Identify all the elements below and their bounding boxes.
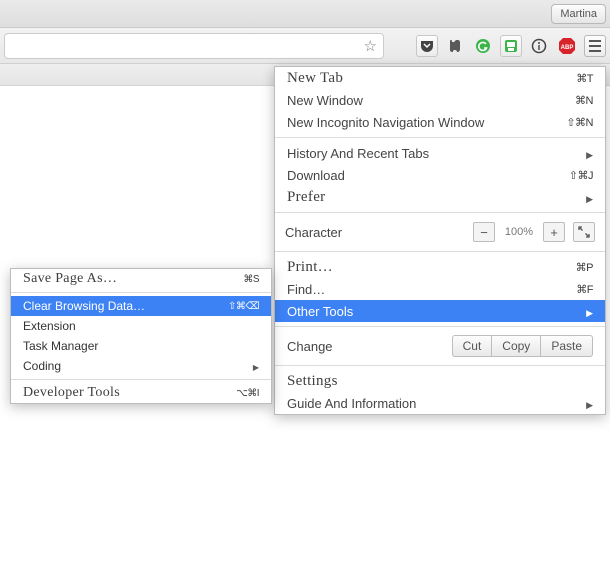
copy-button[interactable]: Copy xyxy=(491,335,540,357)
menu-zoom-row: Character − 100% + xyxy=(275,217,605,247)
menu-other-tools[interactable]: Other Tools xyxy=(275,300,605,322)
zoom-value: 100% xyxy=(499,226,539,238)
fullscreen-button[interactable] xyxy=(573,222,595,242)
submenu-task-manager[interactable]: Task Manager xyxy=(11,336,271,356)
chevron-right-icon xyxy=(586,396,593,411)
star-icon[interactable]: ☆ xyxy=(364,37,377,55)
menu-separator xyxy=(275,251,605,252)
submenu-clear-data[interactable]: Clear Browsing Data…⇧⌘⌫ xyxy=(11,296,271,316)
menu-find[interactable]: Find…⌘F xyxy=(275,278,605,300)
omnibox[interactable]: ☆ xyxy=(4,33,384,59)
menu-separator xyxy=(275,137,605,138)
menu-separator xyxy=(11,292,271,293)
menu-separator xyxy=(275,326,605,327)
main-menu: New Tab⌘T New Window⌘N New Incognito Nav… xyxy=(274,66,606,415)
edit-label: Change xyxy=(287,339,333,354)
svg-text:ABP: ABP xyxy=(561,45,574,51)
chevron-right-icon xyxy=(586,190,593,205)
zoom-out-button[interactable]: − xyxy=(473,222,495,242)
zoom-label: Character xyxy=(285,225,342,240)
submenu-coding[interactable]: Coding xyxy=(11,356,271,376)
menu-prefer[interactable]: Prefer xyxy=(275,186,605,208)
other-tools-submenu: Save Page As…⌘S Clear Browsing Data…⇧⌘⌫ … xyxy=(10,268,272,404)
title-bar: Martina xyxy=(0,0,610,28)
menu-separator xyxy=(11,379,271,380)
grammarly-icon[interactable] xyxy=(472,35,494,57)
menu-new-window[interactable]: New Window⌘N xyxy=(275,89,605,111)
menu-incognito[interactable]: New Incognito Navigation Window⇧⌘N xyxy=(275,111,605,133)
evernote-icon[interactable] xyxy=(444,35,466,57)
menu-separator xyxy=(275,212,605,213)
paste-button[interactable]: Paste xyxy=(540,335,593,357)
abp-icon[interactable]: ABP xyxy=(556,35,578,57)
chevron-right-icon xyxy=(586,146,593,161)
submenu-save-as[interactable]: Save Page As…⌘S xyxy=(11,269,271,289)
info-icon[interactable] xyxy=(528,35,550,57)
print-icon[interactable] xyxy=(500,35,522,57)
chevron-right-icon xyxy=(586,304,593,319)
submenu-dev-tools[interactable]: Developer Tools⌥⌘I xyxy=(11,383,271,403)
cut-button[interactable]: Cut xyxy=(452,335,492,357)
menu-print[interactable]: Print…⌘P xyxy=(275,256,605,278)
browser-toolbar: ☆ ABP xyxy=(0,28,610,64)
menu-history[interactable]: History And Recent Tabs xyxy=(275,142,605,164)
pocket-icon[interactable] xyxy=(416,35,438,57)
zoom-in-button[interactable]: + xyxy=(543,222,565,242)
omnibox-wrap: ☆ xyxy=(4,33,408,59)
submenu-extension[interactable]: Extension xyxy=(11,316,271,336)
user-profile-button[interactable]: Martina xyxy=(551,4,606,24)
menu-guide[interactable]: Guide And Information xyxy=(275,392,605,414)
menu-separator xyxy=(275,365,605,366)
chevron-right-icon xyxy=(253,359,259,373)
menu-edit-row: Change Cut Copy Paste xyxy=(275,331,605,361)
menu-settings[interactable]: Settings xyxy=(275,370,605,392)
hamburger-icon[interactable] xyxy=(584,35,606,57)
menu-new-tab[interactable]: New Tab⌘T xyxy=(275,67,605,89)
menu-download[interactable]: Download⇧⌘J xyxy=(275,164,605,186)
